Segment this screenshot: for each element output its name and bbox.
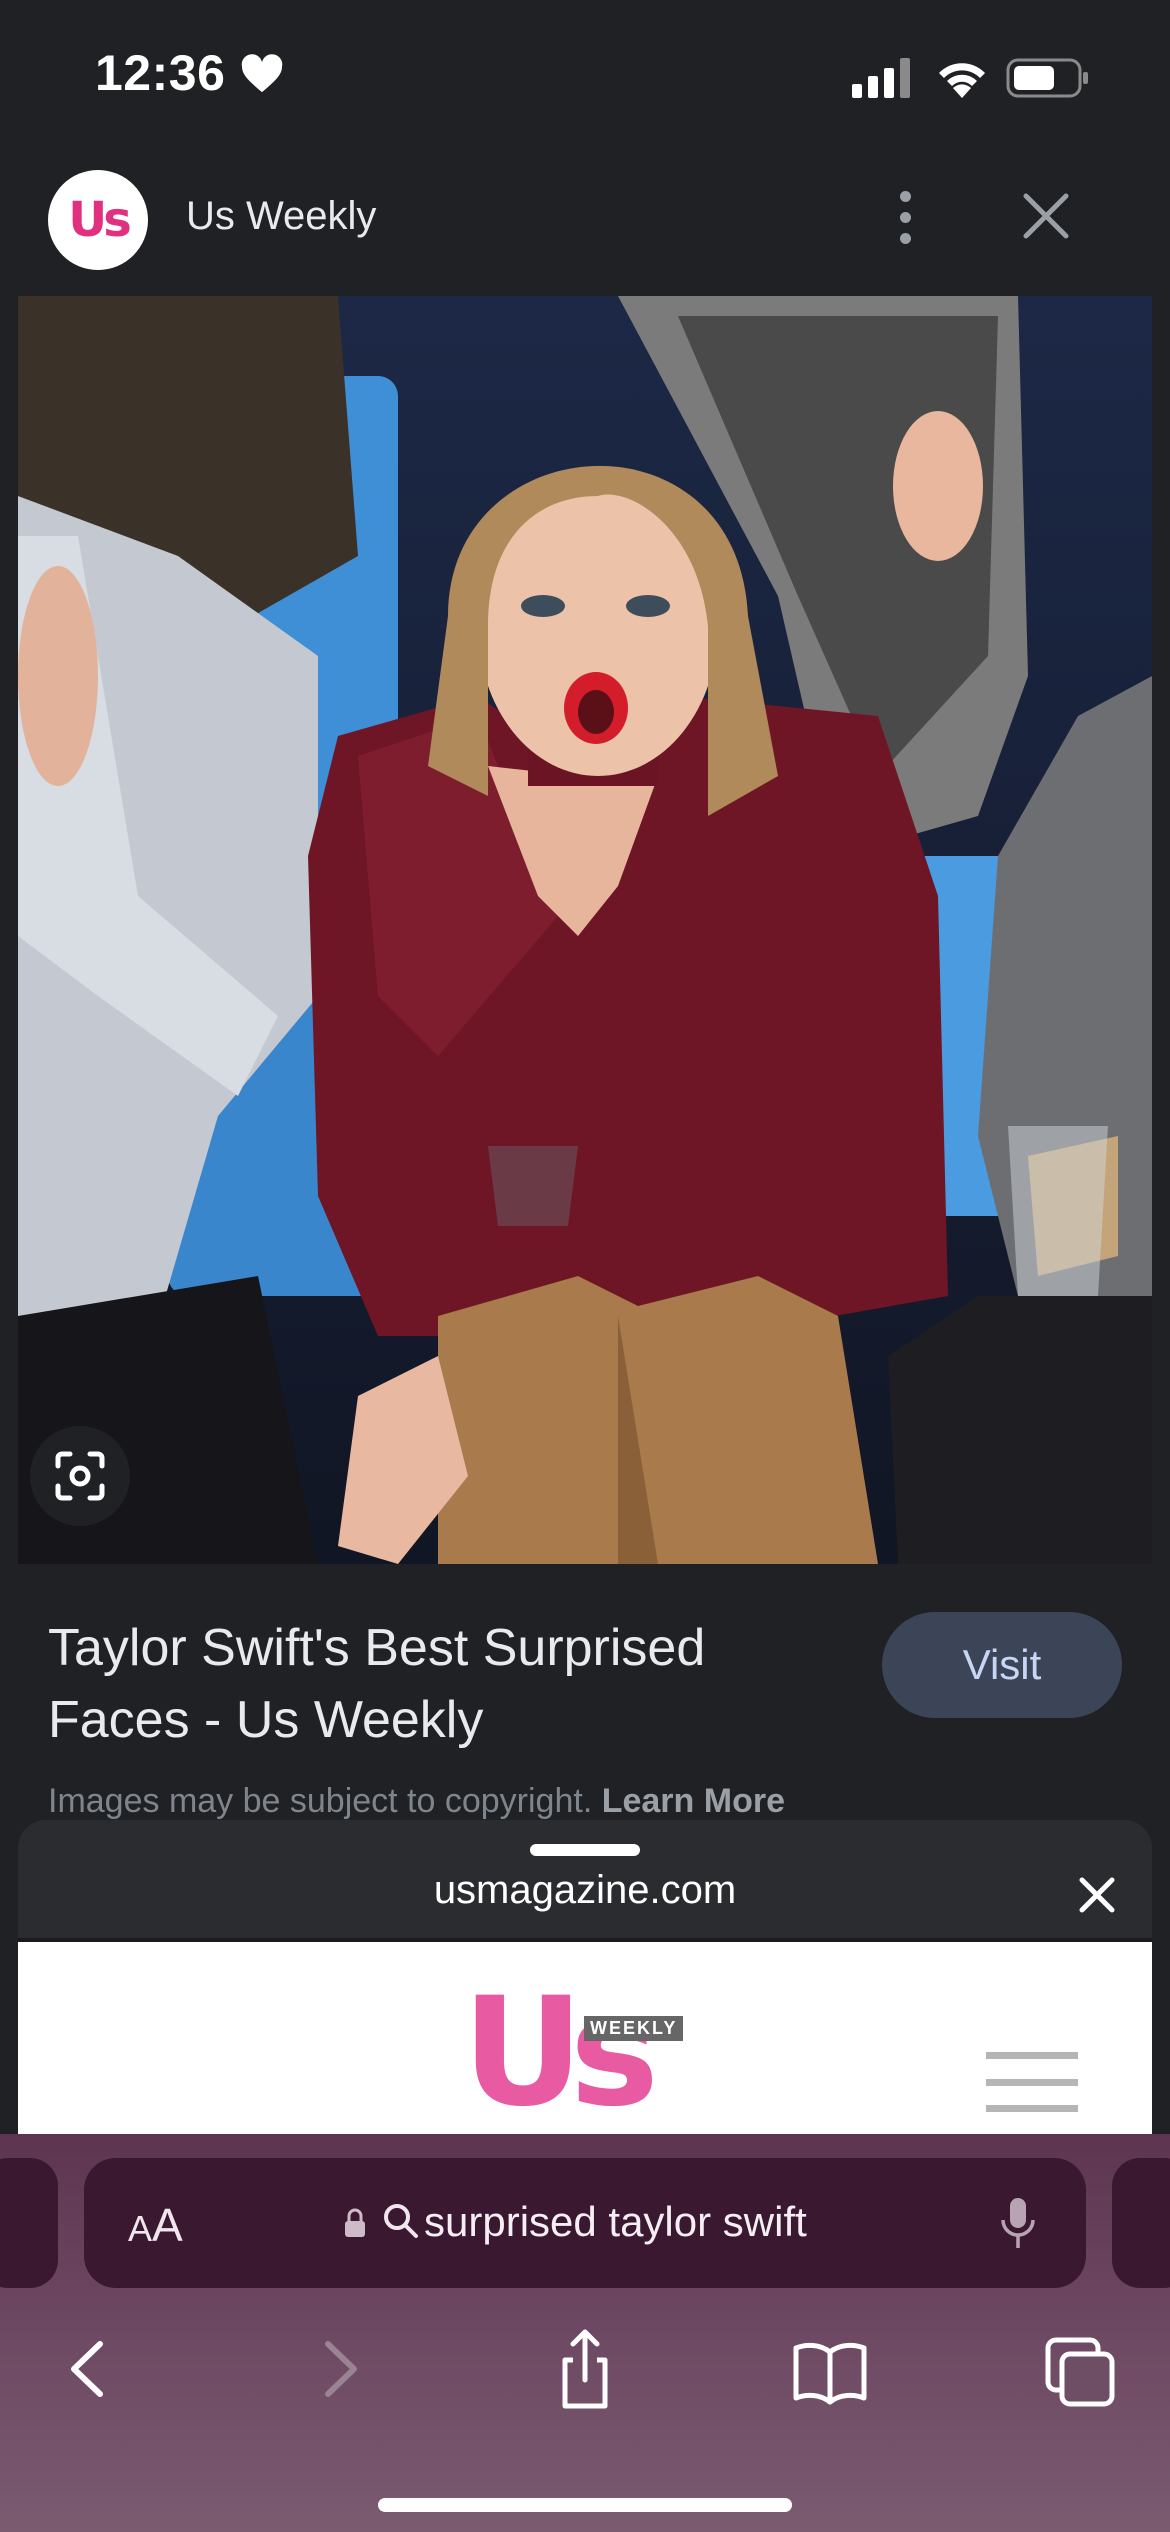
- weekly-logo-tag: WEEKLY: [584, 2016, 684, 2041]
- website-preview[interactable]: Us WEEKLY: [18, 1942, 1152, 2135]
- copyright-text: Images may be subject to copyright.: [48, 1782, 593, 1820]
- text-size-large-label: A: [152, 2199, 183, 2251]
- share-icon[interactable]: [545, 2324, 625, 2414]
- bookmarks-icon[interactable]: [790, 2324, 870, 2414]
- visit-button[interactable]: Visit: [882, 1612, 1122, 1718]
- browser-toolbar: AA surprised taylor swift: [0, 2134, 1170, 2532]
- previous-tab-peek[interactable]: [0, 2158, 58, 2288]
- home-indicator[interactable]: [378, 2498, 792, 2512]
- search-icon: [384, 2204, 418, 2238]
- battery-icon: [1006, 58, 1088, 98]
- more-dot-icon: [899, 211, 911, 223]
- forward-icon[interactable]: [300, 2324, 380, 2414]
- learn-more-link[interactable]: Learn More: [602, 1782, 785, 1820]
- lens-icon: [55, 1451, 105, 1501]
- text-size-button[interactable]: AA: [128, 2198, 183, 2252]
- result-image[interactable]: [18, 296, 1152, 1564]
- cellular-signal-icon: [852, 58, 910, 98]
- google-lens-button[interactable]: [30, 1426, 130, 1526]
- next-tab-peek[interactable]: [1112, 2158, 1170, 2288]
- sheet-url: usmagazine.com: [433, 1868, 737, 1912]
- wifi-icon: [939, 63, 985, 98]
- result-title[interactable]: Taylor Swift's Best Surprised Faces - Us…: [48, 1612, 828, 1756]
- sheet-close-icon[interactable]: [1072, 1870, 1122, 1920]
- address-text: surprised taylor swift: [424, 2198, 807, 2245]
- heart-icon: [241, 54, 283, 93]
- tabs-icon[interactable]: [1040, 2324, 1120, 2414]
- back-icon[interactable]: [48, 2324, 128, 2414]
- site-logo-text: Us: [68, 192, 132, 248]
- site-name[interactable]: Us Weekly: [186, 194, 376, 239]
- address-bar[interactable]: AA surprised taylor swift: [84, 2158, 1086, 2288]
- more-options-button[interactable]: [880, 182, 930, 252]
- more-dot-icon: [899, 190, 911, 202]
- hamburger-menu-icon[interactable]: [986, 2052, 1078, 2112]
- copyright-notice: Images may be subject to copyright. Lear…: [48, 1782, 785, 1821]
- status-time: 12:36: [95, 45, 226, 101]
- sheet-grabber-handle[interactable]: [530, 1844, 640, 1856]
- text-size-small-label: A: [128, 2208, 153, 2249]
- more-dot-icon: [899, 232, 911, 244]
- microphone-icon[interactable]: [998, 2194, 1038, 2254]
- status-bar: 12:36: [0, 0, 1170, 150]
- site-logo[interactable]: Us: [48, 170, 148, 270]
- image-viewer-header: Us Us Weekly: [0, 160, 1170, 295]
- lock-icon: [345, 2208, 365, 2237]
- close-viewer-button[interactable]: [1016, 186, 1076, 246]
- website-preview-sheet[interactable]: usmagazine.com Us WEEKLY: [18, 1820, 1152, 2135]
- photo-illustration: [18, 296, 1152, 1564]
- us-weekly-logo: Us: [462, 1966, 659, 2135]
